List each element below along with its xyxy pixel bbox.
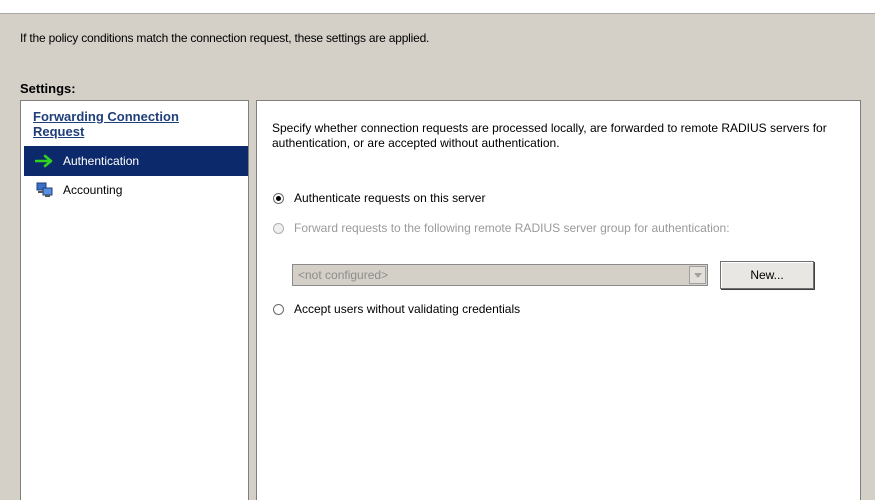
- network-computers-icon: [33, 181, 57, 199]
- dropdown-value: <not configured>: [298, 268, 389, 282]
- settings-label: Settings:: [20, 81, 76, 96]
- nav-item-accounting[interactable]: Accounting: [24, 179, 248, 201]
- radio-button[interactable]: [273, 222, 284, 234]
- new-button[interactable]: New...: [720, 261, 814, 289]
- radio-button[interactable]: [273, 303, 284, 315]
- radio-label: Forward requests to the following remote…: [294, 221, 730, 235]
- radio-label: Authenticate requests on this server: [294, 191, 486, 205]
- nav-heading: Forwarding Connection Request: [33, 109, 179, 139]
- radio-forward-requests[interactable]: Forward requests to the following remote…: [273, 221, 730, 235]
- chevron-down-icon[interactable]: [689, 266, 706, 284]
- radio-accept-without-validation[interactable]: Accept users without validating credenti…: [273, 302, 520, 316]
- top-strip: [0, 0, 875, 14]
- authentication-settings-panel: Specify whether connection requests are …: [256, 100, 861, 500]
- nav-item-authentication[interactable]: Authentication: [24, 146, 248, 176]
- settings-navigation-panel: Forwarding Connection Request Authentica…: [20, 100, 249, 500]
- radio-button[interactable]: [273, 192, 284, 204]
- radio-label: Accept users without validating credenti…: [294, 302, 521, 316]
- server-group-dropdown[interactable]: <not configured>: [292, 264, 708, 286]
- nav-item-label: Accounting: [63, 183, 123, 197]
- radio-authenticate-locally[interactable]: Authenticate requests on this server: [273, 191, 485, 205]
- green-arrow-icon: [33, 152, 57, 170]
- intro-text: If the policy conditions match the conne…: [20, 31, 430, 45]
- nav-item-label: Authentication: [63, 154, 140, 168]
- description-text: Specify whether connection requests are …: [272, 121, 827, 150]
